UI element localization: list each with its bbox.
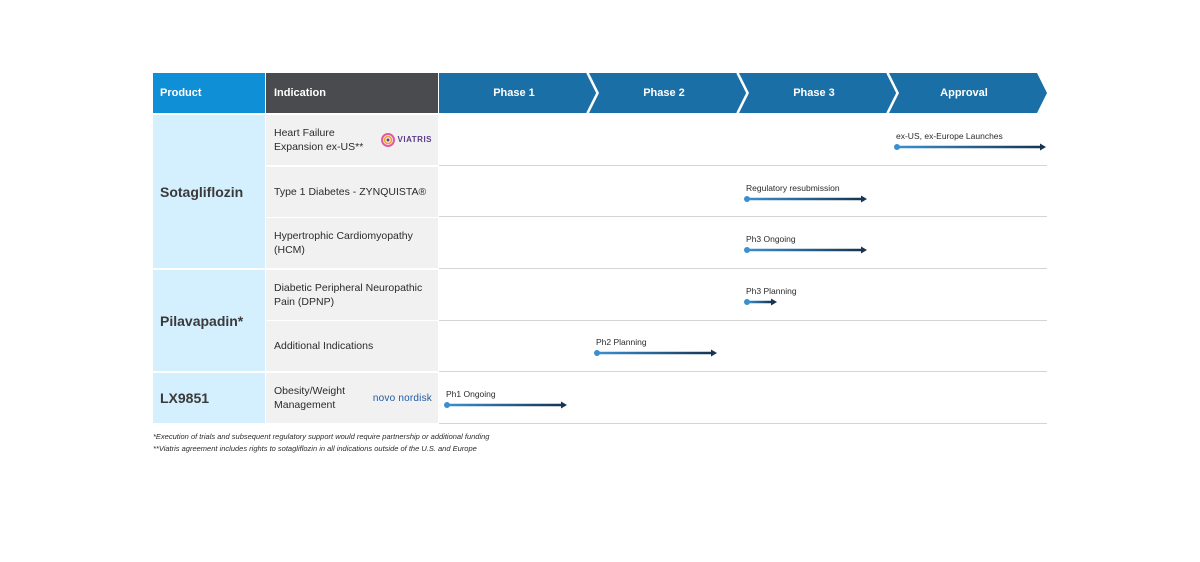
- footnote-1: *Execution of trials and subsequent regu…: [153, 432, 490, 441]
- progress-start-dot: [744, 247, 750, 253]
- footnote-2: **Viatris agreement includes rights to s…: [153, 444, 477, 453]
- progress-start-dot: [744, 196, 750, 202]
- progress-bar-line: [747, 197, 862, 201]
- progress-bars: [444, 143, 1046, 409]
- progress-arrowhead: [861, 246, 867, 254]
- progress-label: Ph3 Ongoing: [746, 234, 796, 244]
- progress-start-dot: [894, 144, 900, 150]
- progress-arrowhead: [771, 298, 777, 306]
- progress-bar-line: [747, 248, 862, 252]
- progress-bar-line: [597, 351, 712, 355]
- progress-label: Ph1 Ongoing: [446, 389, 496, 399]
- progress-bar-line: [747, 300, 772, 304]
- progress-label: Ph2 Planning: [596, 337, 647, 347]
- progress-label: Ph3 Planning: [746, 286, 797, 296]
- progress-label: Regulatory resubmission: [746, 183, 840, 193]
- progress-arrowhead: [861, 195, 867, 203]
- progress-arrowhead: [561, 401, 567, 409]
- progress-bar-line: [897, 145, 1041, 149]
- progress-start-dot: [594, 350, 600, 356]
- progress-bar-line: [447, 403, 562, 407]
- progress-arrowhead: [711, 349, 717, 357]
- progress-arrowhead: [1040, 143, 1046, 151]
- progress-start-dot: [744, 299, 750, 305]
- progress-start-dot: [444, 402, 450, 408]
- progress-label: ex-US, ex-Europe Launches: [896, 131, 1003, 141]
